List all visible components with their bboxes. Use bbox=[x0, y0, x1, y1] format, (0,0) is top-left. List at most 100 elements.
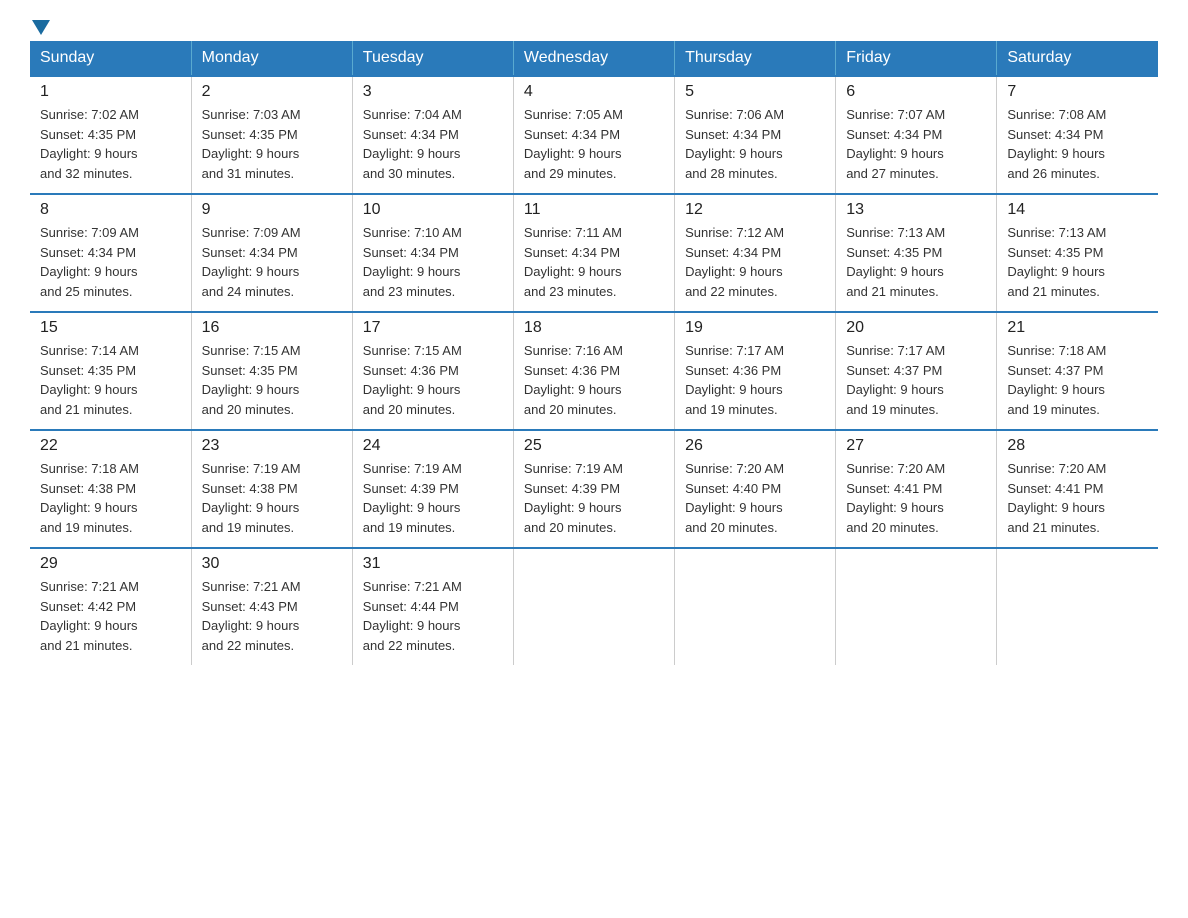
weekday-row: SundayMondayTuesdayWednesdayThursdayFrid… bbox=[30, 41, 1158, 76]
calendar-cell: 19 Sunrise: 7:17 AMSunset: 4:36 PMDaylig… bbox=[675, 312, 836, 430]
calendar-cell: 21 Sunrise: 7:18 AMSunset: 4:37 PMDaylig… bbox=[997, 312, 1158, 430]
calendar-cell: 5 Sunrise: 7:06 AMSunset: 4:34 PMDayligh… bbox=[675, 76, 836, 194]
day-number: 7 bbox=[1007, 83, 1148, 101]
calendar-cell bbox=[997, 548, 1158, 665]
day-number: 27 bbox=[846, 437, 986, 455]
weekday-header-friday: Friday bbox=[836, 41, 997, 76]
weekday-header-monday: Monday bbox=[191, 41, 352, 76]
day-info: Sunrise: 7:10 AMSunset: 4:34 PMDaylight:… bbox=[363, 223, 503, 301]
weekday-header-tuesday: Tuesday bbox=[352, 41, 513, 76]
weekday-header-saturday: Saturday bbox=[997, 41, 1158, 76]
calendar-cell: 20 Sunrise: 7:17 AMSunset: 4:37 PMDaylig… bbox=[836, 312, 997, 430]
day-number: 8 bbox=[40, 201, 181, 219]
day-number: 1 bbox=[40, 83, 181, 101]
calendar-cell: 16 Sunrise: 7:15 AMSunset: 4:35 PMDaylig… bbox=[191, 312, 352, 430]
calendar-cell: 24 Sunrise: 7:19 AMSunset: 4:39 PMDaylig… bbox=[352, 430, 513, 548]
day-info: Sunrise: 7:05 AMSunset: 4:34 PMDaylight:… bbox=[524, 105, 664, 183]
calendar-cell: 25 Sunrise: 7:19 AMSunset: 4:39 PMDaylig… bbox=[513, 430, 674, 548]
day-info: Sunrise: 7:18 AMSunset: 4:37 PMDaylight:… bbox=[1007, 341, 1148, 419]
calendar-cell: 14 Sunrise: 7:13 AMSunset: 4:35 PMDaylig… bbox=[997, 194, 1158, 312]
day-number: 11 bbox=[524, 201, 664, 219]
calendar-cell: 28 Sunrise: 7:20 AMSunset: 4:41 PMDaylig… bbox=[997, 430, 1158, 548]
day-info: Sunrise: 7:09 AMSunset: 4:34 PMDaylight:… bbox=[202, 223, 342, 301]
calendar-cell: 22 Sunrise: 7:18 AMSunset: 4:38 PMDaylig… bbox=[30, 430, 191, 548]
day-info: Sunrise: 7:18 AMSunset: 4:38 PMDaylight:… bbox=[40, 459, 181, 537]
day-number: 26 bbox=[685, 437, 825, 455]
day-number: 30 bbox=[202, 555, 342, 573]
day-number: 6 bbox=[846, 83, 986, 101]
calendar-cell: 26 Sunrise: 7:20 AMSunset: 4:40 PMDaylig… bbox=[675, 430, 836, 548]
calendar-cell: 2 Sunrise: 7:03 AMSunset: 4:35 PMDayligh… bbox=[191, 76, 352, 194]
day-number: 13 bbox=[846, 201, 986, 219]
day-number: 15 bbox=[40, 319, 181, 337]
day-number: 16 bbox=[202, 319, 342, 337]
calendar-cell: 11 Sunrise: 7:11 AMSunset: 4:34 PMDaylig… bbox=[513, 194, 674, 312]
day-number: 10 bbox=[363, 201, 503, 219]
calendar-cell: 13 Sunrise: 7:13 AMSunset: 4:35 PMDaylig… bbox=[836, 194, 997, 312]
day-number: 3 bbox=[363, 83, 503, 101]
day-number: 25 bbox=[524, 437, 664, 455]
day-info: Sunrise: 7:19 AMSunset: 4:39 PMDaylight:… bbox=[363, 459, 503, 537]
day-info: Sunrise: 7:04 AMSunset: 4:34 PMDaylight:… bbox=[363, 105, 503, 183]
day-info: Sunrise: 7:17 AMSunset: 4:36 PMDaylight:… bbox=[685, 341, 825, 419]
day-info: Sunrise: 7:13 AMSunset: 4:35 PMDaylight:… bbox=[846, 223, 986, 301]
day-info: Sunrise: 7:20 AMSunset: 4:41 PMDaylight:… bbox=[1007, 459, 1148, 537]
calendar-cell bbox=[836, 548, 997, 665]
calendar-table: SundayMondayTuesdayWednesdayThursdayFrid… bbox=[30, 41, 1158, 665]
day-number: 20 bbox=[846, 319, 986, 337]
calendar-cell: 3 Sunrise: 7:04 AMSunset: 4:34 PMDayligh… bbox=[352, 76, 513, 194]
calendar-week-2: 8 Sunrise: 7:09 AMSunset: 4:34 PMDayligh… bbox=[30, 194, 1158, 312]
calendar-cell: 9 Sunrise: 7:09 AMSunset: 4:34 PMDayligh… bbox=[191, 194, 352, 312]
calendar-week-1: 1 Sunrise: 7:02 AMSunset: 4:35 PMDayligh… bbox=[30, 76, 1158, 194]
day-info: Sunrise: 7:19 AMSunset: 4:38 PMDaylight:… bbox=[202, 459, 342, 537]
calendar-cell: 8 Sunrise: 7:09 AMSunset: 4:34 PMDayligh… bbox=[30, 194, 191, 312]
calendar-cell: 23 Sunrise: 7:19 AMSunset: 4:38 PMDaylig… bbox=[191, 430, 352, 548]
day-info: Sunrise: 7:15 AMSunset: 4:35 PMDaylight:… bbox=[202, 341, 342, 419]
day-info: Sunrise: 7:03 AMSunset: 4:35 PMDaylight:… bbox=[202, 105, 342, 183]
day-number: 14 bbox=[1007, 201, 1148, 219]
day-info: Sunrise: 7:16 AMSunset: 4:36 PMDaylight:… bbox=[524, 341, 664, 419]
day-info: Sunrise: 7:02 AMSunset: 4:35 PMDaylight:… bbox=[40, 105, 181, 183]
calendar-week-5: 29 Sunrise: 7:21 AMSunset: 4:42 PMDaylig… bbox=[30, 548, 1158, 665]
header bbox=[30, 20, 1158, 31]
day-info: Sunrise: 7:07 AMSunset: 4:34 PMDaylight:… bbox=[846, 105, 986, 183]
day-number: 17 bbox=[363, 319, 503, 337]
calendar-cell bbox=[675, 548, 836, 665]
logo bbox=[30, 20, 50, 31]
day-number: 5 bbox=[685, 83, 825, 101]
day-info: Sunrise: 7:17 AMSunset: 4:37 PMDaylight:… bbox=[846, 341, 986, 419]
day-number: 22 bbox=[40, 437, 181, 455]
day-number: 19 bbox=[685, 319, 825, 337]
calendar-week-3: 15 Sunrise: 7:14 AMSunset: 4:35 PMDaylig… bbox=[30, 312, 1158, 430]
calendar-cell: 6 Sunrise: 7:07 AMSunset: 4:34 PMDayligh… bbox=[836, 76, 997, 194]
calendar-cell: 18 Sunrise: 7:16 AMSunset: 4:36 PMDaylig… bbox=[513, 312, 674, 430]
calendar-cell: 17 Sunrise: 7:15 AMSunset: 4:36 PMDaylig… bbox=[352, 312, 513, 430]
day-number: 29 bbox=[40, 555, 181, 573]
day-number: 18 bbox=[524, 319, 664, 337]
logo-line1 bbox=[30, 20, 50, 35]
calendar-cell: 31 Sunrise: 7:21 AMSunset: 4:44 PMDaylig… bbox=[352, 548, 513, 665]
calendar-cell bbox=[513, 548, 674, 665]
day-info: Sunrise: 7:20 AMSunset: 4:41 PMDaylight:… bbox=[846, 459, 986, 537]
day-info: Sunrise: 7:12 AMSunset: 4:34 PMDaylight:… bbox=[685, 223, 825, 301]
calendar-cell: 1 Sunrise: 7:02 AMSunset: 4:35 PMDayligh… bbox=[30, 76, 191, 194]
day-info: Sunrise: 7:14 AMSunset: 4:35 PMDaylight:… bbox=[40, 341, 181, 419]
day-number: 24 bbox=[363, 437, 503, 455]
calendar-header: SundayMondayTuesdayWednesdayThursdayFrid… bbox=[30, 41, 1158, 76]
weekday-header-wednesday: Wednesday bbox=[513, 41, 674, 76]
day-info: Sunrise: 7:08 AMSunset: 4:34 PMDaylight:… bbox=[1007, 105, 1148, 183]
day-number: 31 bbox=[363, 555, 503, 573]
day-info: Sunrise: 7:20 AMSunset: 4:40 PMDaylight:… bbox=[685, 459, 825, 537]
calendar-cell: 30 Sunrise: 7:21 AMSunset: 4:43 PMDaylig… bbox=[191, 548, 352, 665]
logo-triangle-icon bbox=[32, 20, 50, 35]
day-info: Sunrise: 7:15 AMSunset: 4:36 PMDaylight:… bbox=[363, 341, 503, 419]
day-info: Sunrise: 7:09 AMSunset: 4:34 PMDaylight:… bbox=[40, 223, 181, 301]
day-info: Sunrise: 7:21 AMSunset: 4:44 PMDaylight:… bbox=[363, 577, 503, 655]
day-number: 4 bbox=[524, 83, 664, 101]
day-number: 2 bbox=[202, 83, 342, 101]
calendar-cell: 27 Sunrise: 7:20 AMSunset: 4:41 PMDaylig… bbox=[836, 430, 997, 548]
calendar-cell: 7 Sunrise: 7:08 AMSunset: 4:34 PMDayligh… bbox=[997, 76, 1158, 194]
day-info: Sunrise: 7:13 AMSunset: 4:35 PMDaylight:… bbox=[1007, 223, 1148, 301]
calendar-cell: 29 Sunrise: 7:21 AMSunset: 4:42 PMDaylig… bbox=[30, 548, 191, 665]
day-number: 28 bbox=[1007, 437, 1148, 455]
